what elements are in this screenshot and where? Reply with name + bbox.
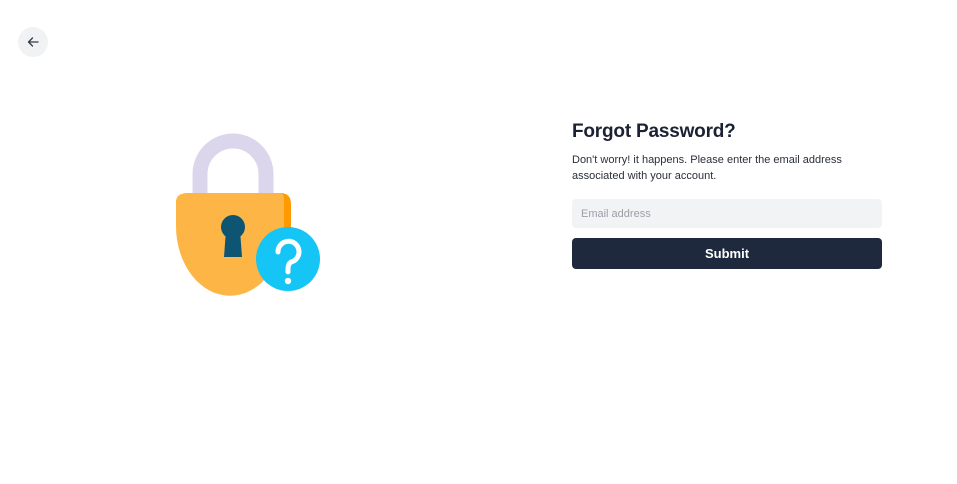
email-field[interactable] [572,199,882,228]
form-description: Don't worry! it happens. Please enter th… [572,154,842,182]
page-title: Forgot Password? [572,121,736,142]
submit-button[interactable]: Submit [572,238,882,269]
arrow-left-icon [27,37,39,47]
padlock-shackle [192,133,274,200]
question-badge-icon [256,227,320,291]
forgot-password-form: Forgot Password? Don't worry! it happens… [572,120,882,269]
back-button[interactable] [18,27,48,57]
forgot-password-page: Forgot Password? Don't worry! it happens… [0,0,957,484]
padlock-question-icon [176,133,320,296]
